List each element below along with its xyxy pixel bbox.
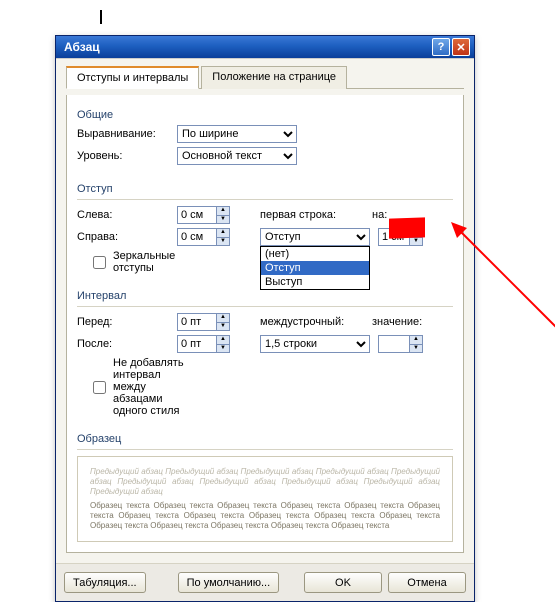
spin-up-icon[interactable]: ▲: [217, 336, 229, 345]
spin-up-icon[interactable]: ▲: [410, 229, 422, 238]
before-spinner[interactable]: ▲▼: [177, 313, 230, 331]
indent-right-spinner[interactable]: ▲▼: [177, 228, 230, 246]
spin-down-icon[interactable]: ▼: [410, 345, 422, 353]
spin-down-icon[interactable]: ▼: [217, 323, 229, 331]
by-input[interactable]: [379, 229, 409, 245]
group-indent: Отступ: [77, 183, 453, 195]
tab-position[interactable]: Положение на странице: [201, 66, 347, 89]
linespacing-label: междустрочный:: [260, 316, 372, 328]
divider: [77, 199, 453, 200]
at-spinner[interactable]: ▲▼: [378, 335, 423, 353]
spin-down-icon[interactable]: ▼: [217, 238, 229, 246]
tabs-button[interactable]: Табуляция...: [64, 572, 146, 593]
at-input[interactable]: [379, 336, 409, 352]
help-button[interactable]: ?: [432, 38, 450, 56]
spin-up-icon[interactable]: ▲: [410, 336, 422, 345]
alignment-select[interactable]: По ширине: [177, 125, 297, 143]
group-spacing: Интервал: [77, 290, 453, 302]
spin-up-icon[interactable]: ▲: [217, 314, 229, 323]
paragraph-dialog: Абзац ? ✕ Отступы и интервалы Положение …: [55, 35, 475, 602]
spin-down-icon[interactable]: ▼: [217, 216, 229, 224]
titlebar[interactable]: Абзац ? ✕: [56, 36, 474, 58]
no-space-label: Не добавлять интервал между абзацами одн…: [113, 357, 189, 417]
sample-prev: Предыдущий абзац Предыдущий абзац Предыд…: [90, 467, 440, 497]
dropdown-option-none[interactable]: (нет): [261, 247, 369, 261]
cancel-button[interactable]: Отмена: [388, 572, 466, 593]
divider: [77, 306, 453, 307]
dropdown-option-hanging[interactable]: Выступ: [261, 275, 369, 289]
by-label: на:: [372, 209, 402, 221]
ok-button[interactable]: OK: [304, 572, 382, 593]
sample-preview: Предыдущий абзац Предыдущий абзац Предыд…: [77, 456, 453, 542]
close-button[interactable]: ✕: [452, 38, 470, 56]
after-spinner[interactable]: ▲▼: [177, 335, 230, 353]
after-label: После:: [77, 338, 177, 350]
first-line-label: первая строка:: [260, 209, 372, 221]
indent-right-label: Справа:: [77, 231, 177, 243]
linespacing-select[interactable]: 1,5 строки: [260, 335, 370, 353]
after-input[interactable]: [178, 336, 216, 352]
indent-left-input[interactable]: [178, 207, 216, 223]
text-cursor: [100, 10, 102, 24]
spin-down-icon[interactable]: ▼: [410, 238, 422, 246]
indent-left-label: Слева:: [77, 209, 177, 221]
no-space-same-style[interactable]: Не добавлять интервал между абзацами одн…: [89, 357, 189, 417]
before-label: Перед:: [77, 316, 177, 328]
tabstrip: Отступы и интервалы Положение на страниц…: [66, 65, 464, 89]
at-label: значение:: [372, 316, 422, 328]
level-select[interactable]: Основной текст: [177, 147, 297, 165]
dialog-body: Отступы и интервалы Положение на страниц…: [56, 58, 474, 563]
indent-left-spinner[interactable]: ▲▼: [177, 206, 230, 224]
group-general: Общие: [77, 109, 453, 121]
first-line-select[interactable]: Отступ: [260, 228, 370, 246]
group-sample: Образец: [77, 433, 453, 445]
window-title: Абзац: [64, 40, 430, 54]
before-input[interactable]: [178, 314, 216, 330]
button-bar: Табуляция... По умолчанию... OK Отмена: [56, 563, 474, 601]
first-line-dropdown-list[interactable]: (нет) Отступ Выступ: [260, 246, 370, 290]
level-label: Уровень:: [77, 150, 177, 162]
default-button[interactable]: По умолчанию...: [178, 572, 280, 593]
sample-mid: Образец текста Образец текста Образец те…: [90, 501, 440, 531]
mirror-indents[interactable]: Зеркальные отступы: [89, 250, 189, 274]
indent-right-input[interactable]: [178, 229, 216, 245]
no-space-checkbox[interactable]: [93, 381, 106, 394]
spin-up-icon[interactable]: ▲: [217, 207, 229, 216]
mirror-indents-checkbox[interactable]: [93, 256, 106, 269]
tab-indents[interactable]: Отступы и интервалы: [66, 66, 199, 89]
alignment-label: Выравнивание:: [77, 128, 177, 140]
spin-down-icon[interactable]: ▼: [217, 345, 229, 353]
spin-up-icon[interactable]: ▲: [217, 229, 229, 238]
divider: [77, 449, 453, 450]
by-spinner[interactable]: ▲▼: [378, 228, 423, 246]
mirror-indents-label: Зеркальные отступы: [113, 250, 189, 274]
tab-panel: Общие Выравнивание: По ширине Уровень: О…: [66, 95, 464, 553]
dropdown-option-indent[interactable]: Отступ: [261, 261, 369, 275]
